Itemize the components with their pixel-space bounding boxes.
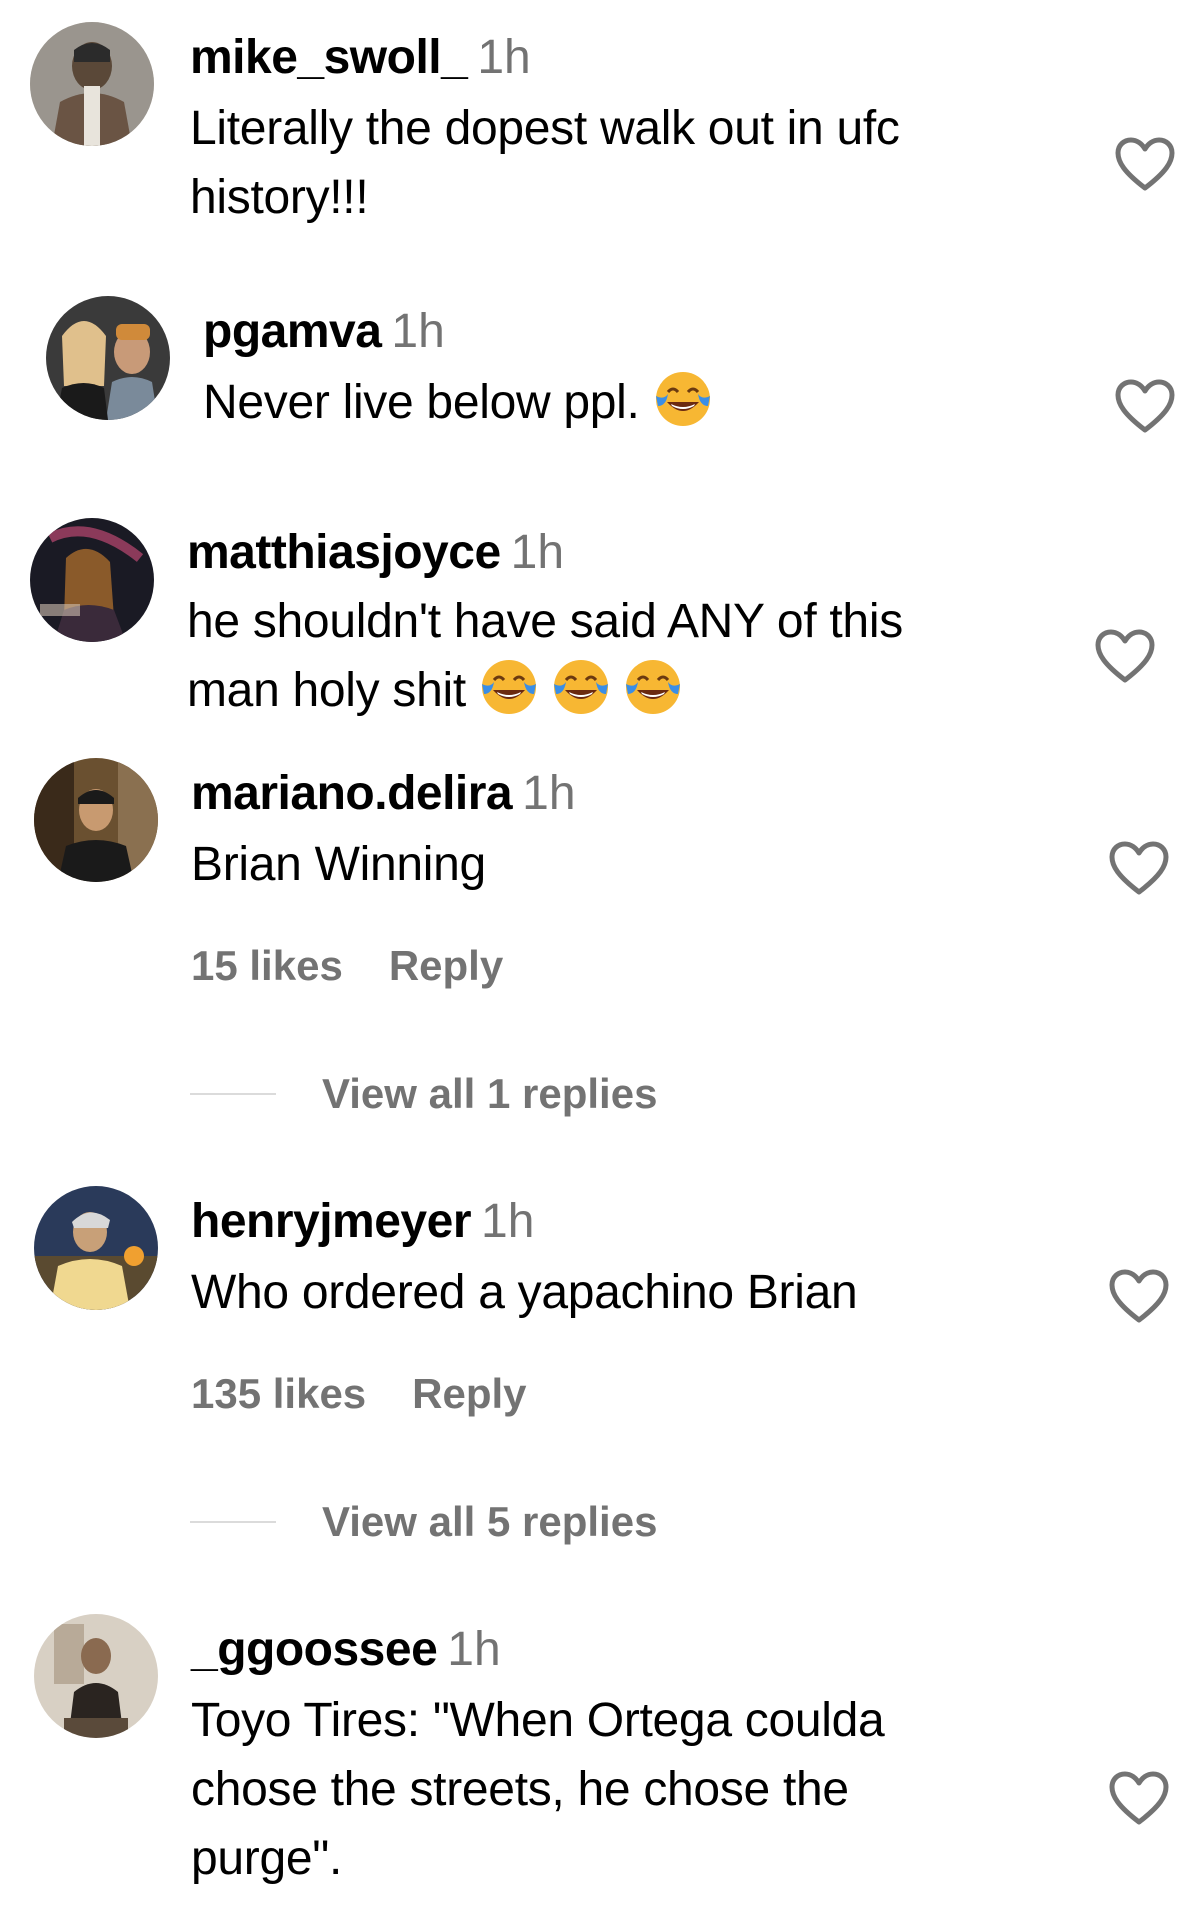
comment-actions: 135 likes Reply <box>191 1368 527 1420</box>
view-replies-button[interactable]: View all 5 replies <box>190 1496 657 1548</box>
comment-line: history!!! <box>190 171 369 224</box>
comment-header: henryjmeyer 1h <box>191 1192 534 1252</box>
heart-outline-icon[interactable] <box>1108 1770 1170 1826</box>
heart-outline-icon[interactable] <box>1108 1268 1170 1324</box>
likes-count[interactable]: 135 likes <box>191 1370 366 1417</box>
comment-header: matthiasjoyce 1h <box>187 523 564 583</box>
avatar[interactable] <box>34 1186 158 1310</box>
comment-header: _ggoossee 1h <box>191 1620 501 1680</box>
comment-line: chose the streets, he chose the <box>191 1763 849 1816</box>
comment-text: Who ordered a yapachino Brian <box>191 1258 858 1327</box>
comment-line: Toyo Tires: "When Ortega coulda <box>191 1694 885 1747</box>
comment-line: Never live below ppl. <box>203 368 712 437</box>
comment-header: pgamva 1h <box>203 302 445 362</box>
username[interactable]: mariano.delira <box>191 767 513 820</box>
username[interactable]: _ggoossee <box>191 1623 438 1676</box>
face-with-tears-of-joy-emoji <box>655 372 710 426</box>
comment-line: Who ordered a yapachino Brian <box>191 1266 858 1319</box>
timestamp[interactable]: 1h <box>477 31 530 84</box>
comment-line: Brian Winning <box>191 838 486 891</box>
reply-button[interactable]: Reply <box>389 942 503 989</box>
comment-actions: 15 likes Reply <box>191 940 503 992</box>
username[interactable]: henryjmeyer <box>191 1195 472 1248</box>
avatar[interactable] <box>34 1614 158 1738</box>
comment-text: Toyo Tires: "When Ortega coulda chose th… <box>191 1686 885 1893</box>
face-with-tears-of-joy-emoji <box>553 660 608 714</box>
avatar[interactable] <box>30 22 154 146</box>
comment-line: he shouldn't have said ANY of this <box>187 595 903 648</box>
username[interactable]: pgamva <box>203 305 382 358</box>
view-replies-label[interactable]: View all 1 replies <box>322 1070 657 1117</box>
face-with-tears-of-joy-emoji <box>625 660 680 714</box>
view-replies-button[interactable]: View all 1 replies <box>190 1068 657 1120</box>
heart-outline-icon[interactable] <box>1114 136 1176 192</box>
username[interactable]: matthiasjoyce <box>187 526 501 579</box>
timestamp[interactable]: 1h <box>522 767 575 820</box>
comment-text: Brian Winning <box>191 830 486 899</box>
heart-outline-icon[interactable] <box>1114 378 1176 434</box>
comment-line: purge". <box>191 1832 343 1885</box>
comment-line: man holy shit <box>187 656 903 725</box>
comment-header: mariano.delira 1h <box>191 764 576 824</box>
avatar[interactable] <box>30 518 154 642</box>
comment-line: Literally the dopest walk out in ufc <box>190 102 900 155</box>
heart-outline-icon[interactable] <box>1094 628 1156 684</box>
timestamp[interactable]: 1h <box>447 1623 500 1676</box>
divider <box>190 1093 276 1095</box>
avatar[interactable] <box>34 758 158 882</box>
comment-text: Never live below ppl. <box>203 368 712 437</box>
timestamp[interactable]: 1h <box>481 1195 534 1248</box>
username[interactable]: mike_swoll_ <box>190 31 468 84</box>
face-with-tears-of-joy-emoji <box>481 660 536 714</box>
view-replies-label[interactable]: View all 5 replies <box>322 1498 657 1545</box>
divider <box>190 1521 276 1523</box>
likes-count[interactable]: 15 likes <box>191 942 343 989</box>
timestamp[interactable]: 1h <box>511 526 564 579</box>
comment-text: Literally the dopest walk out in ufc his… <box>190 94 900 232</box>
avatar[interactable] <box>46 296 170 420</box>
reply-button[interactable]: Reply <box>412 1370 526 1417</box>
heart-outline-icon[interactable] <box>1108 840 1170 896</box>
comment-header: mike_swoll_ 1h <box>190 28 531 88</box>
comment-text: he shouldn't have said ANY of this man h… <box>187 587 903 725</box>
timestamp[interactable]: 1h <box>391 305 444 358</box>
